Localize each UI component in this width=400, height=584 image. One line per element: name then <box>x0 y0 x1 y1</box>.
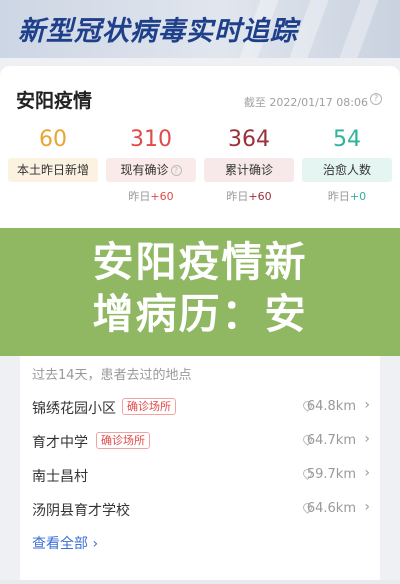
stat-value: 310 <box>130 127 172 152</box>
stat-delta: 昨日+0 <box>302 188 392 204</box>
headline-line-1: 安阳疫情新 <box>92 238 308 286</box>
chevron-right-icon: › <box>364 397 370 413</box>
place-item[interactable]: 锦绣花园小区 确诊场所 64.8km › <box>32 394 370 418</box>
place-distance: 59.7km <box>306 467 356 482</box>
stat-label: 治愈人数 <box>322 163 371 177</box>
view-all-link[interactable]: 查看全部 › <box>32 533 98 553</box>
chevron-right-icon: › <box>364 499 370 515</box>
epidemic-summary-card: 安阳疫情 截至 2022/01/17 08:06 ? 60 本土昨日新增 310… <box>0 66 400 236</box>
place-name: 汤阴县育才学校 <box>32 503 130 519</box>
visited-places-card: 过去14天，患者去过的地点 锦绣花园小区 确诊场所 64.8km › 育才中学 … <box>20 356 380 584</box>
stat-recovered[interactable]: 54 治愈人数 昨日+0 <box>302 126 392 206</box>
stat-total-confirmed[interactable]: 364 累计确诊 昨日+60 <box>204 126 294 206</box>
question-icon[interactable]: ? <box>170 165 182 176</box>
confirmed-site-badge: 确诊场所 <box>96 432 150 449</box>
stat-label: 现有确诊 <box>120 163 169 177</box>
place-item[interactable]: 汤阴县育才学校 64.6km › <box>32 496 370 520</box>
update-timestamp: 截至 2022/01/17 08:06 <box>243 96 368 109</box>
stat-delta-prefix: 昨日 <box>327 190 350 203</box>
stat-value: 60 <box>39 127 67 152</box>
stat-label: 本土昨日新增 <box>16 163 89 177</box>
stat-label: 累计确诊 <box>224 163 273 177</box>
header-banner: 新型冠状病毒实时追踪 <box>0 0 400 58</box>
headline-text: 安阳疫情新 增病历：安 <box>0 236 400 340</box>
stat-delta-value: +60 <box>150 190 174 203</box>
help-icon[interactable]: ? <box>370 93 382 105</box>
chevron-right-icon: › <box>364 431 370 447</box>
stat-delta-value: +0 <box>349 190 367 203</box>
stat-current-confirmed[interactable]: 310 现有确诊? 昨日+60 <box>106 126 196 206</box>
place-distance: 64.6km <box>306 501 356 516</box>
stat-label-box: 治愈人数 <box>302 158 392 182</box>
stat-label-box: 本土昨日新增 <box>8 158 98 182</box>
stat-value: 54 <box>333 127 361 152</box>
confirmed-site-badge: 确诊场所 <box>122 398 176 415</box>
banner-title: 新型冠状病毒实时追踪 <box>18 16 298 47</box>
place-item[interactable]: 南士昌村 59.7km › <box>32 462 370 486</box>
banner-decoration <box>339 0 379 58</box>
stat-delta: 昨日+60 <box>204 188 294 204</box>
stat-label-box: 现有确诊? <box>106 158 196 182</box>
place-name: 锦绣花园小区 <box>32 401 116 417</box>
city-title: 安阳疫情 <box>16 90 93 112</box>
headline-line-2: 增病历：安 <box>92 290 308 338</box>
places-caption: 过去14天，患者去过的地点 <box>32 368 192 383</box>
stat-local-new[interactable]: 60 本土昨日新增 <box>8 126 98 206</box>
place-name: 育才中学 <box>32 435 88 451</box>
stat-delta-prefix: 昨日 <box>226 190 249 203</box>
stat-delta-prefix: 昨日 <box>128 190 151 203</box>
stat-delta: 昨日+60 <box>106 188 196 204</box>
place-distance: 64.7km <box>306 433 356 448</box>
place-item[interactable]: 育才中学 确诊场所 64.7km › <box>32 428 370 452</box>
stat-label-box: 累计确诊 <box>204 158 294 182</box>
bottom-divider <box>0 580 400 584</box>
stats-row: 60 本土昨日新增 310 现有确诊? 昨日+60 364 累计确诊 昨日+60… <box>8 126 392 206</box>
stat-value: 364 <box>228 127 270 152</box>
headline-overlay: 安阳疫情新 增病历：安 <box>0 228 400 356</box>
stat-delta-value: +60 <box>248 190 272 203</box>
place-distance: 64.8km <box>306 399 356 414</box>
place-name: 南士昌村 <box>32 469 88 485</box>
chevron-right-icon: › <box>364 465 370 481</box>
